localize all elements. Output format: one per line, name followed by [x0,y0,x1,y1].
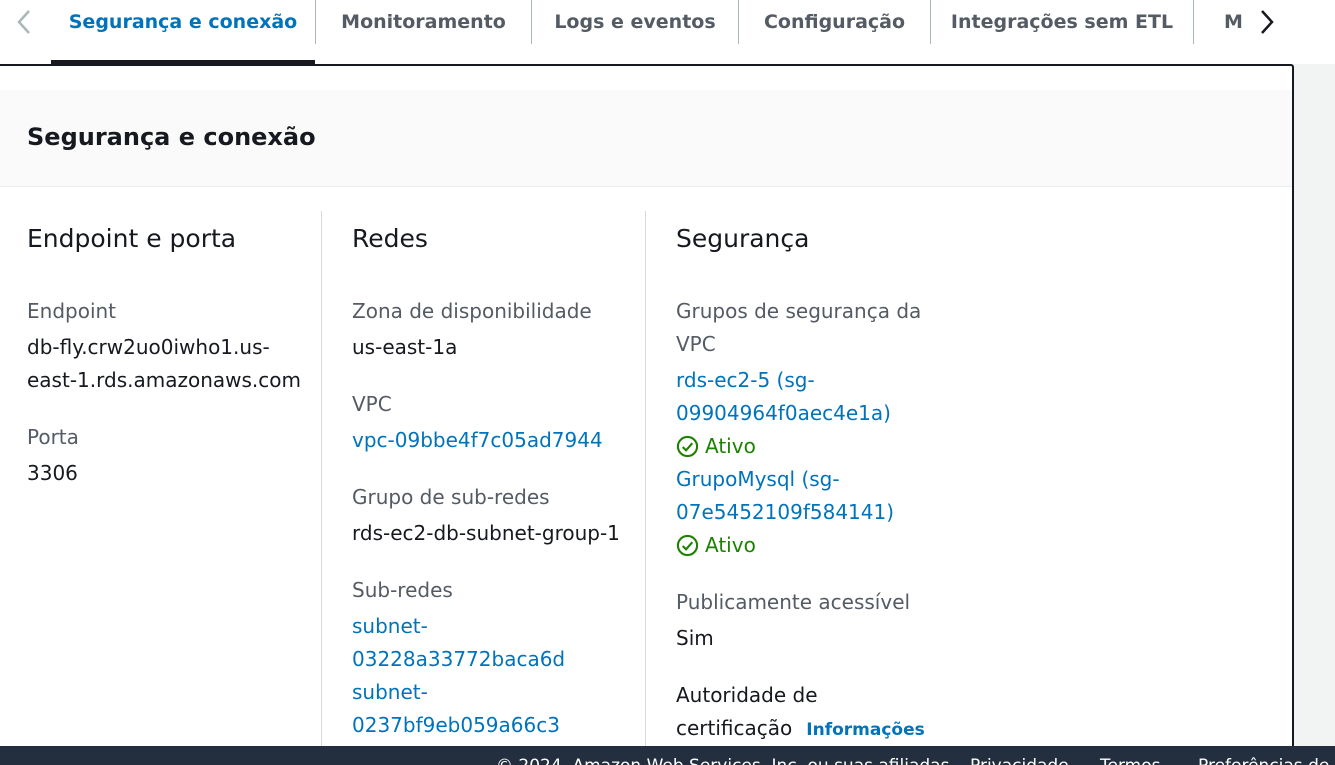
security-group-link[interactable]: rds-ec2-5 (sg- 09904964f0aec4e1a) [676,364,891,430]
port-label: Porta [27,425,79,449]
certificate-authority-label: Autoridade de certificação Informações [676,679,925,747]
tab-truncated[interactable]: M [1194,0,1242,44]
column-title: Segurança [676,224,810,253]
vpc-link[interactable]: vpc-09bbe4f7c05ad7944 [352,424,603,457]
panel-title: Segurança e conexão [27,123,316,151]
tab-zero-etl-integrations[interactable]: Integrações sem ETL [931,0,1194,44]
security-group-link-line2: 07e5452109f584141) [676,500,895,524]
security-group-link-line1: GrupoMysql (sg- [676,467,840,491]
check-circle-icon [676,534,699,557]
subnet-link-line1: subnet- [352,614,428,638]
column-title: Endpoint e porta [27,224,237,253]
status-active: Ativo [676,529,756,562]
scroll-tabs-left-button[interactable] [4,0,44,44]
subnet-link[interactable]: subnet- 03228a33772baca6d [352,610,565,676]
subnet-link-line1: subnet- [352,680,428,704]
publicly-accessible-value: Sim [676,626,714,650]
endpoint-value-line2: east-1.rds.amazonaws.com [27,368,301,392]
security-connectivity-panel: Segurança e conexão Endpoint e porta End… [0,64,1294,765]
status-text: Ativo [705,533,756,557]
chevron-right-icon [1261,10,1274,34]
footer: © 2024, Amazon Web Services, Inc. ou sua… [0,746,1335,765]
subnet-group-value: rds-ec2-db-subnet-group-1 [352,521,620,545]
security-group-link-line1: rds-ec2-5 (sg- [676,368,815,392]
privacy-link[interactable]: Privacidade [970,756,1069,765]
tab-bar: Segurança e conexão Monitoramento Logs e… [0,0,1335,64]
panel-header: Segurança e conexão [0,90,1292,187]
cookie-preferences-link[interactable]: Preferências de cookies [1198,756,1335,765]
endpoint-value-line1: db-fly.crw2uo0iwho1.us- [27,335,270,359]
subnet-link-line2: 03228a33772baca6d [352,647,566,671]
port-value: 3306 [27,461,78,485]
copyright-text: © 2024, Amazon Web Services, Inc. ou sua… [496,756,955,765]
subnets-label: Sub-redes [352,578,453,602]
certificate-authority-label-line1: Autoridade de [676,683,818,707]
status-active: Ativo [676,430,756,463]
tab-configuration[interactable]: Configuração [739,0,931,44]
security-group-link[interactable]: GrupoMysql (sg- 07e5452109f584141) [676,463,894,529]
tab-monitoring[interactable]: Monitoramento [316,0,532,44]
subnet-link[interactable]: subnet- 0237bf9eb059a66c3 [352,676,560,742]
vpc-security-groups-label: Grupos de segurança da VPC [676,295,921,361]
check-circle-icon [676,435,699,458]
scroll-tabs-right-button[interactable] [1247,0,1287,44]
tab-logs-events[interactable]: Logs e eventos [532,0,739,44]
column-divider [321,211,322,765]
terms-link[interactable]: Termos [1100,756,1160,765]
endpoint-label: Endpoint [27,299,117,323]
column-title: Redes [352,224,428,253]
vpc-security-groups-label-line2: VPC [676,332,716,356]
availability-zone-value: us-east-1a [352,335,458,359]
status-text: Ativo [705,434,756,458]
vpc-security-groups-label-line1: Grupos de segurança da [676,299,922,323]
security-group-link-line2: 09904964f0aec4e1a) [676,401,891,425]
tab-security-connectivity[interactable]: Segurança e conexão [51,0,316,44]
publicly-accessible-label: Publicamente acessível [676,590,911,614]
subnet-group-label: Grupo de sub-redes [352,485,550,509]
certificate-authority-label-line2: certificação [676,716,793,740]
vpc-label: VPC [352,392,392,416]
availability-zone-label: Zona de disponibilidade [352,299,592,323]
subnet-link-line2: 0237bf9eb059a66c3 [352,713,560,737]
info-link[interactable]: Informações [806,720,924,740]
column-divider [645,211,646,765]
chevron-left-icon [17,10,30,34]
